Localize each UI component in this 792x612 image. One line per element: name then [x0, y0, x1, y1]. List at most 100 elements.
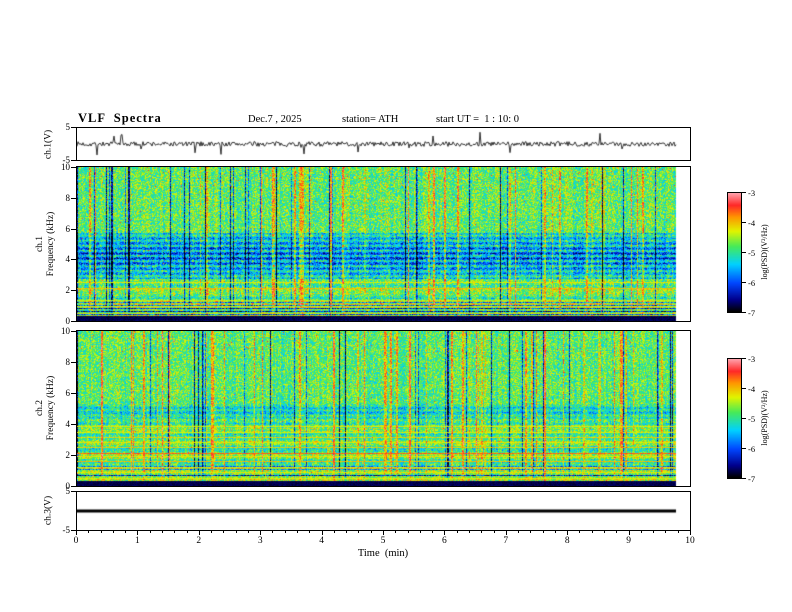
x-minor-tick-mark: [358, 530, 360, 533]
x-tick-mark: [383, 530, 384, 535]
ch2-spec-y-tick-label: 6: [65, 388, 71, 398]
x-minor-tick-mark: [554, 530, 556, 533]
ch3-waveform-panel: [76, 491, 691, 531]
ch1-spec-y-axis-label-line1: ch.1: [35, 235, 45, 253]
plot-station: station= ATH: [342, 114, 399, 125]
x-tick-mark: [690, 530, 691, 535]
colorbar-2-tick-mark: [742, 388, 746, 389]
x-minor-tick-mark: [333, 530, 335, 533]
ch2-spec-y-tick-label: 8: [65, 357, 71, 367]
x-minor-tick-mark: [235, 530, 237, 533]
colorbar-1-tick-label: -3: [748, 188, 756, 198]
colorbar-2-tick-label: -4: [748, 384, 756, 394]
x-tick-mark: [444, 530, 446, 535]
colorbar-1-tick-label: -7: [748, 308, 756, 318]
x-minor-tick-mark: [665, 530, 667, 533]
x-minor-tick-mark: [677, 530, 679, 533]
x-minor-tick-mark: [542, 530, 544, 533]
colorbar-2-tick-label: -6: [748, 444, 756, 454]
x-minor-tick-mark: [493, 530, 495, 533]
x-minor-tick-mark: [579, 530, 581, 533]
ch2-spectrogram-canvas: [77, 331, 690, 486]
ch2-spec-y-tick-label: 4: [65, 419, 71, 429]
x-minor-tick-mark: [125, 530, 127, 533]
x-minor-tick-mark: [530, 530, 532, 533]
ch1-wave-y-tick-mark: [71, 160, 76, 161]
x-minor-tick-mark: [616, 530, 618, 533]
x-minor-tick-mark: [518, 530, 520, 533]
x-tick-mark: [198, 530, 200, 535]
plot-title: VLF Spectra: [78, 111, 162, 125]
colorbar-2-tick-mark: [742, 448, 746, 449]
ch3-waveform-canvas: [77, 492, 690, 530]
colorbar-2: [727, 358, 742, 479]
colorbar-1-gradient: [728, 193, 741, 312]
colorbar-2-tick-label: -7: [748, 474, 756, 484]
x-minor-tick-mark: [481, 530, 483, 533]
colorbar-2-tick-label: -3: [748, 354, 756, 364]
ch1-waveform-canvas: [77, 128, 690, 160]
x-minor-tick-mark: [419, 530, 421, 533]
ch1-waveform-panel: [76, 127, 691, 161]
ch1-wave-y-tick-label: 5: [65, 122, 71, 132]
x-minor-tick-mark: [88, 530, 90, 533]
x-minor-tick-mark: [149, 530, 151, 533]
ch1-spec-y-tick-label: 4: [65, 254, 71, 265]
colorbar-2-tick-mark: [742, 358, 746, 359]
x-minor-tick-mark: [604, 530, 606, 533]
ch1-spec-y-tick-mark: [71, 290, 76, 292]
ch3-wave-y-tick-mark: [71, 491, 76, 492]
x-tick-mark: [260, 530, 262, 535]
ch2-spec-y-tick-mark: [71, 455, 76, 456]
ch1-spec-y-tick-mark: [71, 259, 76, 261]
ch1-spec-y-tick-label: 2: [65, 285, 71, 296]
x-minor-tick-mark: [309, 530, 311, 533]
ch2-spec-y-tick-label: 2: [65, 450, 71, 460]
x-tick-mark: [628, 530, 630, 535]
x-tick-label: 0: [73, 536, 79, 546]
ch2-spec-y-tick-mark: [71, 424, 76, 425]
x-minor-tick-mark: [456, 530, 458, 533]
x-minor-tick-mark: [161, 530, 163, 533]
ch2-spec-y-tick-mark: [71, 486, 76, 487]
plot-date: Dec.7 , 2025: [248, 114, 302, 125]
colorbar-2-tick-label: -5: [748, 414, 756, 424]
x-minor-tick-mark: [297, 530, 299, 533]
x-tick-label: 9: [626, 536, 631, 546]
colorbar-1-tick-mark: [742, 312, 746, 313]
colorbar-1-tick-mark: [742, 192, 746, 193]
vlf-spectra-plot: VLF Spectra Dec.7 , 2025 station= ATH st…: [0, 0, 792, 612]
colorbar-1-tick-label: -4: [748, 218, 756, 228]
x-tick-mark: [505, 530, 507, 535]
ch2-spectrogram-panel: [76, 330, 691, 487]
colorbar-1-tick-mark: [742, 252, 746, 253]
x-minor-tick-mark: [432, 530, 434, 533]
ch1-spec-y-tick-label: 0: [65, 316, 71, 326]
ch1-spectrogram-canvas: [77, 167, 690, 321]
ch1-spec-y-tick-mark: [71, 228, 76, 230]
x-minor-tick-mark: [112, 530, 114, 533]
colorbar-2-tick-mark: [742, 478, 746, 479]
ch1-spec-y-tick-mark: [71, 197, 76, 199]
ch1-spec-y-tick-label: 8: [65, 192, 71, 203]
ch3-wave-y-tick-label: 5: [65, 486, 71, 496]
ch2-spec-y-tick-mark: [71, 393, 76, 394]
x-tick-label: 3: [257, 536, 263, 546]
ch1-spec-y-tick-mark: [71, 167, 76, 168]
colorbar-2-tick-mark: [742, 418, 746, 419]
x-tick-mark: [76, 530, 77, 535]
ch2-spec-y-tick-label: 10: [61, 326, 70, 336]
x-tick-label: 7: [503, 536, 509, 546]
ch3-wave-y-tick-label: -5: [62, 525, 71, 535]
x-minor-tick-mark: [100, 530, 102, 533]
ch3-wave-y-tick-mark: [71, 530, 76, 531]
ch2-spec-y-tick-mark: [71, 331, 76, 332]
colorbar-1-tick-label: -5: [748, 248, 756, 258]
colorbar-1-tick-mark: [742, 282, 746, 283]
x-minor-tick-mark: [346, 530, 348, 533]
ch1-spectrogram-panel: [76, 166, 691, 322]
colorbar-1-tick-label: -6: [748, 278, 756, 288]
ch2-spec-y-tick-mark: [71, 362, 76, 363]
x-minor-tick-mark: [653, 530, 655, 533]
x-minor-tick-mark: [591, 530, 593, 533]
